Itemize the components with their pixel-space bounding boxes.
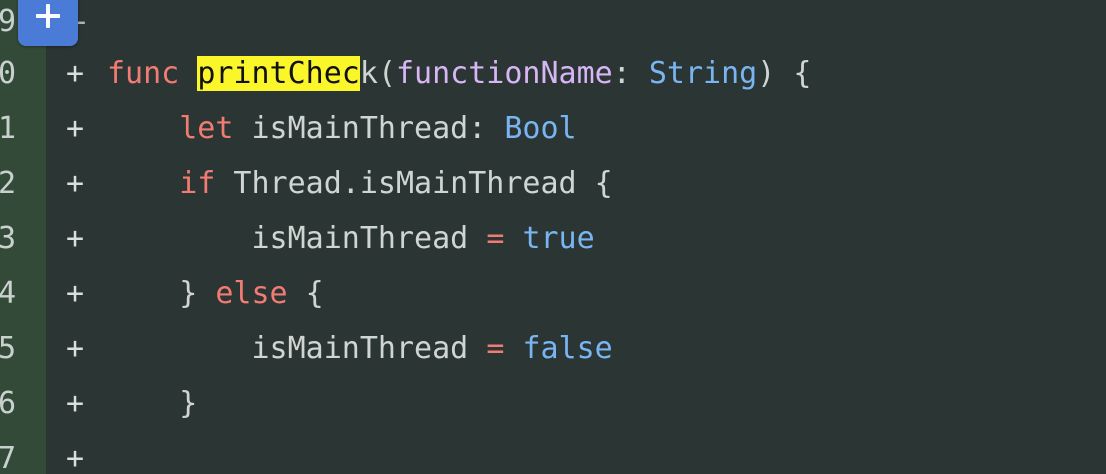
literal: false xyxy=(522,331,613,366)
keyword: if xyxy=(179,166,216,201)
code-line[interactable]: 6 + } xyxy=(0,376,1106,431)
punctuation: { xyxy=(287,276,324,311)
diff-marker: + xyxy=(66,331,85,366)
code-text[interactable]: isMainThread = true xyxy=(107,211,595,266)
plus-icon xyxy=(36,4,60,28)
parameter-name: functionName xyxy=(396,56,613,91)
identifier: isMainThread xyxy=(251,221,487,256)
diff-marker: + xyxy=(66,221,85,256)
keyword: func xyxy=(107,56,180,91)
diff-marker: + xyxy=(66,386,85,421)
code-text[interactable]: let isMainThread: Bool xyxy=(107,101,577,156)
diff-marker: + xyxy=(66,276,85,311)
literal: true xyxy=(522,221,595,256)
line-number: 1 xyxy=(0,111,16,146)
operator: = xyxy=(486,221,505,256)
punctuation: } xyxy=(179,386,198,421)
code-text[interactable]: func printCheck(functionName: String) { xyxy=(107,46,811,101)
punctuation: } xyxy=(179,276,216,311)
line-number: 9 xyxy=(0,4,16,39)
diff-marker: + xyxy=(66,111,85,146)
diff-marker: + xyxy=(66,56,85,91)
line-number: 4 xyxy=(0,276,16,311)
code-editor[interactable]: 9 - 0 + func printCheck(functionName: St… xyxy=(0,0,1106,474)
line-number: 2 xyxy=(0,166,16,201)
code-line[interactable]: 0 + func printCheck(functionName: String… xyxy=(0,46,1106,101)
function-name-tail: k xyxy=(359,56,378,91)
code-text[interactable]: if Thread.isMainThread { xyxy=(107,156,613,211)
code-line[interactable]: 1 + let isMainThread: Bool xyxy=(0,101,1106,156)
code-text[interactable]: } xyxy=(107,376,197,431)
keyword: let xyxy=(179,111,234,146)
code-line[interactable]: 9 - xyxy=(0,0,1106,49)
search-highlight: printChec xyxy=(197,56,360,91)
identifier: Thread.isMainThread { xyxy=(215,166,613,201)
code-text[interactable]: } else { xyxy=(107,266,324,321)
diff-marker: + xyxy=(66,166,85,201)
identifier: isMainThread xyxy=(251,331,487,366)
punctuation: : xyxy=(612,56,649,91)
operator: = xyxy=(486,331,505,366)
code-text[interactable]: isMainThread = false xyxy=(107,321,613,376)
type-name: Bool xyxy=(504,111,577,146)
add-comment-button[interactable] xyxy=(18,0,78,46)
line-number: 3 xyxy=(0,221,16,256)
identifier: isMainThread: xyxy=(233,111,505,146)
line-number: 5 xyxy=(0,331,16,366)
line-number: 0 xyxy=(0,56,16,91)
code-line[interactable]: 3 + isMainThread = true xyxy=(0,211,1106,266)
punctuation: ( xyxy=(377,56,396,91)
code-line[interactable]: 7 + xyxy=(0,431,1106,474)
diff-marker: + xyxy=(66,441,85,474)
line-number: 6 xyxy=(0,386,16,421)
keyword: else xyxy=(215,276,288,311)
code-line[interactable]: 5 + isMainThread = false xyxy=(0,321,1106,376)
line-number: 7 xyxy=(0,441,16,474)
type-name: String xyxy=(648,56,758,91)
punctuation: ) { xyxy=(757,56,812,91)
code-line[interactable]: 2 + if Thread.isMainThread { xyxy=(0,156,1106,211)
code-line[interactable]: 4 + } else { xyxy=(0,266,1106,321)
